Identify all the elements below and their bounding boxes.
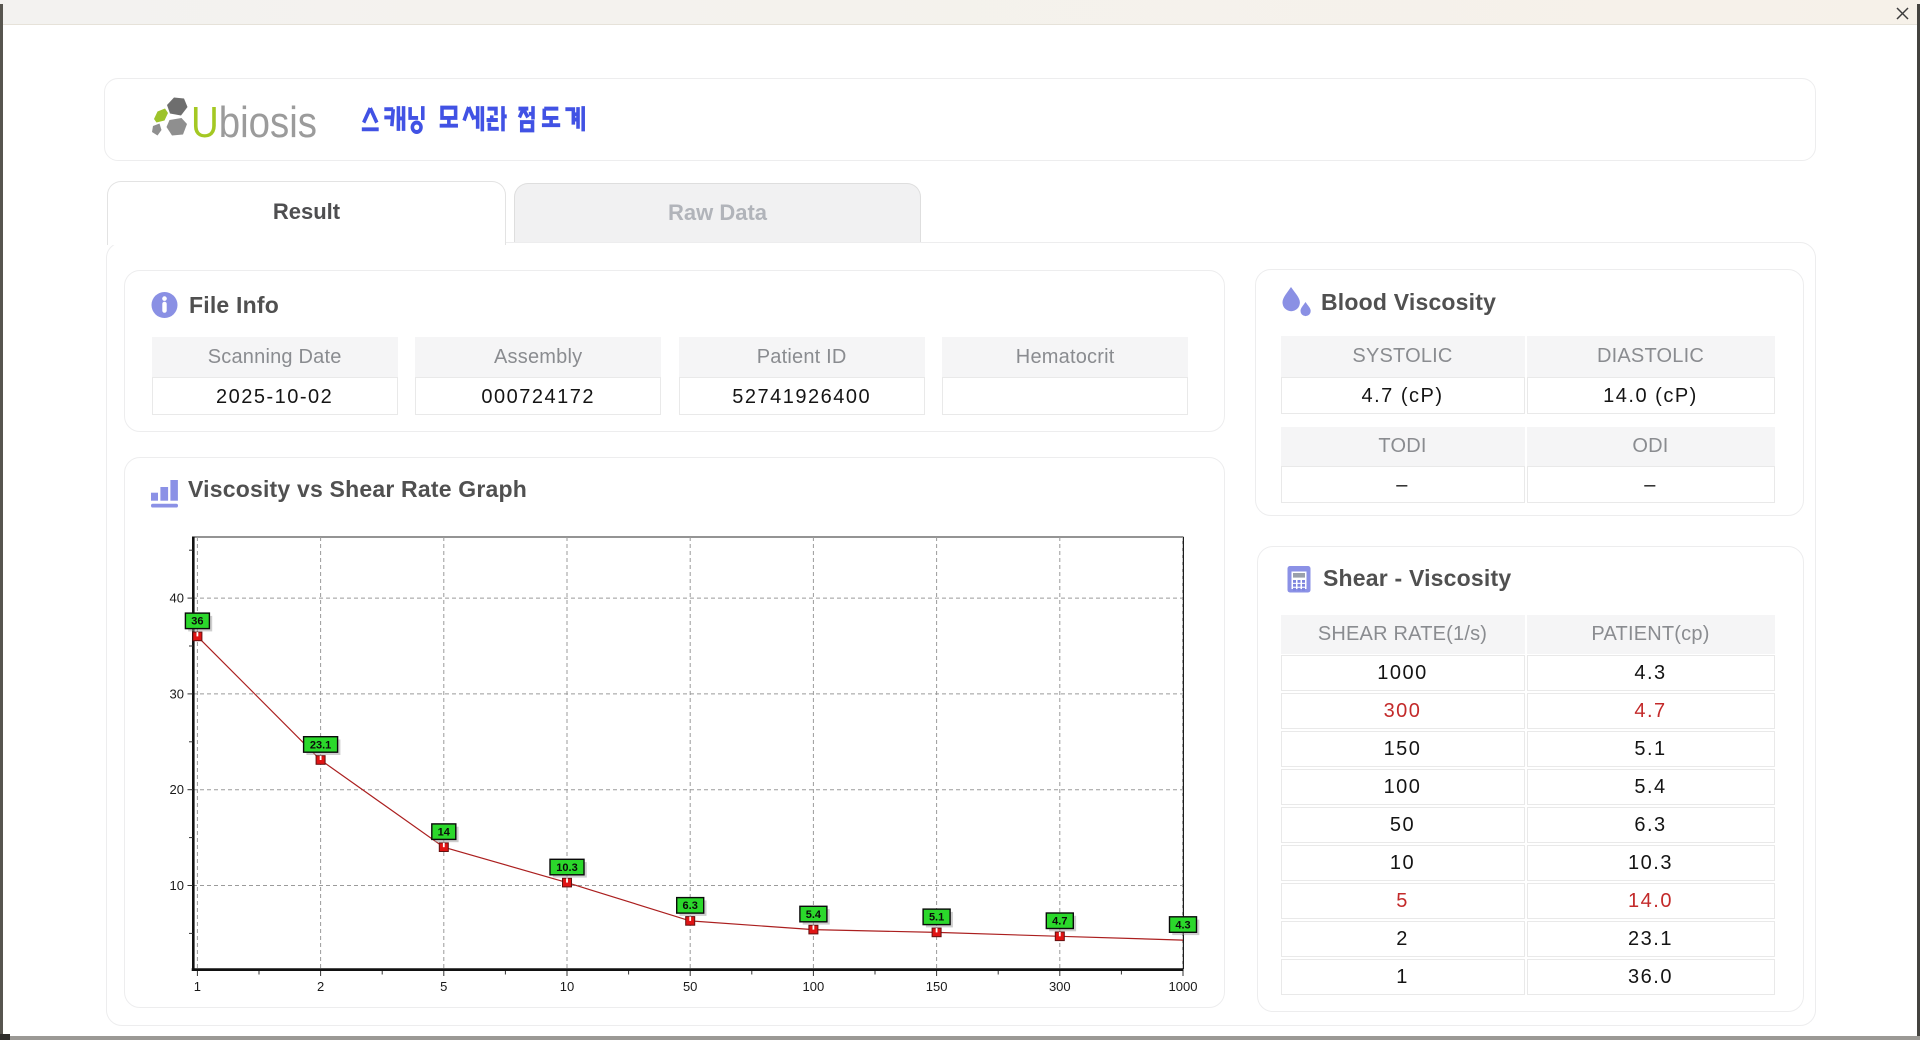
svg-text:36: 36 [191,616,203,628]
svg-text:2: 2 [317,979,324,994]
svg-text:4.7: 4.7 [1052,916,1067,928]
svg-text:10.3: 10.3 [556,862,577,874]
svg-text:300: 300 [1049,979,1071,994]
svg-text:100: 100 [803,979,825,994]
svg-text:20: 20 [170,782,184,797]
svg-text:5: 5 [440,979,447,994]
svg-text:4.3: 4.3 [1175,919,1190,931]
svg-text:23.1: 23.1 [310,739,331,751]
svg-text:40: 40 [170,591,184,606]
svg-text:150: 150 [926,979,948,994]
svg-text:50: 50 [683,979,697,994]
svg-text:5.1: 5.1 [929,912,944,924]
svg-text:6.3: 6.3 [683,900,698,912]
svg-text:Ubiosis: Ubiosis [191,99,317,145]
svg-text:1000: 1000 [1169,979,1198,994]
svg-text:10: 10 [170,878,184,893]
svg-text:1: 1 [194,979,201,994]
svg-text:5.4: 5.4 [806,909,822,921]
svg-text:10: 10 [560,979,574,994]
svg-text:14: 14 [438,827,451,839]
svg-text:30: 30 [170,686,184,701]
